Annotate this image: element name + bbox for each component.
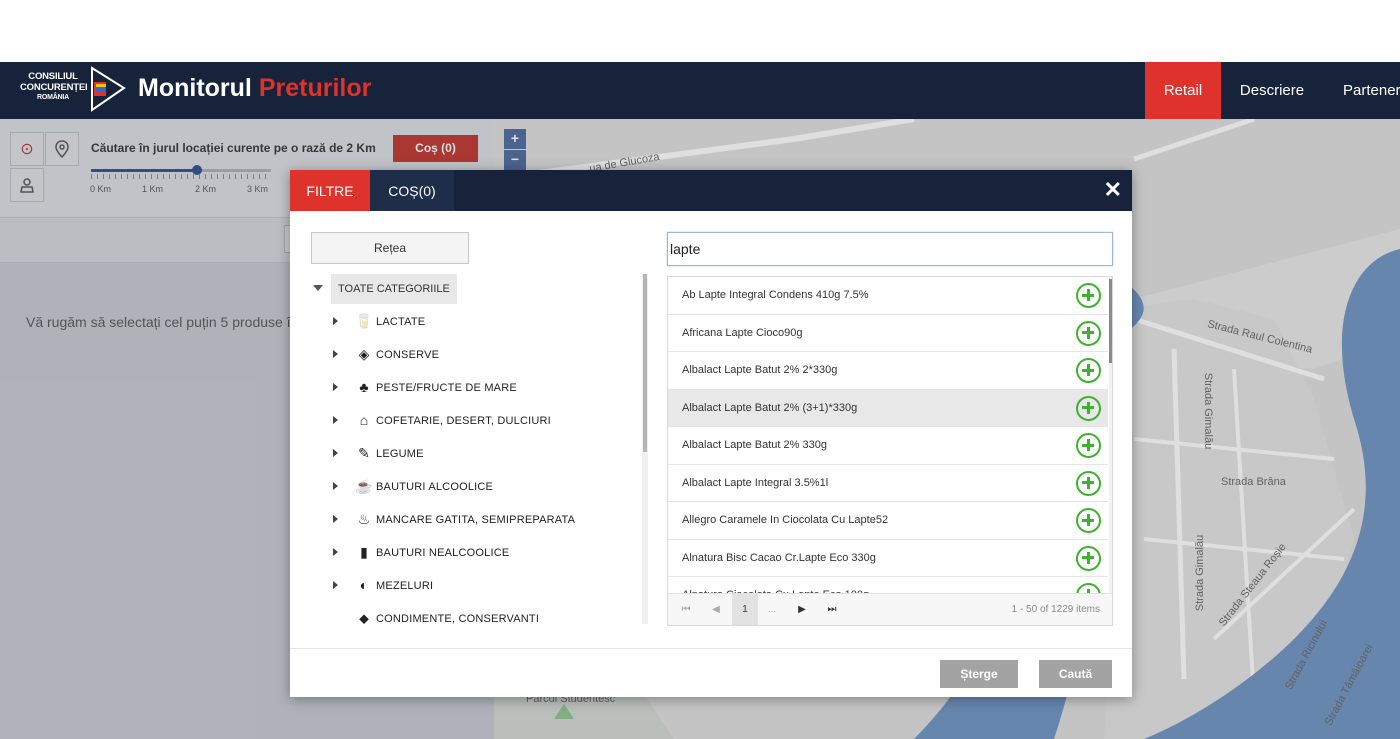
expand-arrow-icon[interactable] <box>333 317 338 325</box>
tree-scrollbar-thumb[interactable] <box>643 274 647 452</box>
caret-down-icon[interactable] <box>313 285 323 291</box>
pager-ellipsis[interactable]: ... <box>760 594 784 625</box>
can-icon: ◈ <box>358 346 370 362</box>
add-circle-icon[interactable] <box>1076 358 1101 383</box>
pager-next-icon[interactable]: ▶ <box>790 594 814 625</box>
pager-info: 1 - 50 of 1229 items <box>1011 604 1100 615</box>
nav-parteneri[interactable]: Parteneri <box>1323 62 1400 119</box>
add-circle-icon[interactable] <box>1076 433 1101 458</box>
logo-arrow-icon <box>91 66 126 112</box>
product-row[interactable]: Albalact Lapte Batut 2% 2*330g <box>668 352 1108 390</box>
expand-arrow-icon[interactable] <box>333 581 338 589</box>
product-name: Albalact Lapte Batut 2% 330g <box>682 439 827 451</box>
dairy-icon: 🥛 <box>355 313 373 329</box>
page: CONSILIUL CONCURENȚEI ROMÂNIA Monitorul … <box>0 0 1400 739</box>
nav-retail[interactable]: Retail <box>1145 62 1221 119</box>
pager-last-icon[interactable]: ⏭ <box>820 594 844 625</box>
product-name: Albalact Lapte Batut 2% (3+1)*330g <box>682 401 858 414</box>
add-circle-icon[interactable] <box>1076 583 1101 593</box>
product-row[interactable]: Alnatura Ciocolata Cu Lapte Eco 100g <box>668 577 1108 593</box>
product-name: Alnatura Ciocolata Cu Lapte Eco 100g <box>682 577 869 593</box>
tab-cos[interactable]: COȘ(0) <box>370 170 454 211</box>
product-list-scrollbar-thumb[interactable] <box>1109 279 1112 363</box>
product-row[interactable]: Alnatura Bisc Cacao Cr.Lapte Eco 330g <box>668 540 1108 577</box>
modal-footer-divider <box>290 648 1132 649</box>
sterge-button[interactable]: Șterge <box>940 660 1018 688</box>
spice-icon: ⬥ <box>359 610 369 626</box>
category-item[interactable]: ◐ MEZELURI <box>311 575 641 597</box>
expand-arrow-icon[interactable] <box>333 482 338 490</box>
product-row[interactable]: Africana Lapte Cioco90g <box>668 315 1108 352</box>
product-list: Ab Lapte Integral Condens 410g 7.5% Afri… <box>667 276 1113 626</box>
cupcake-icon: ⌂ <box>359 412 369 428</box>
carrot-icon: ✎ <box>358 445 370 461</box>
add-circle-icon[interactable] <box>1076 395 1101 421</box>
category-item[interactable]: ◈ CONSERVE <box>311 344 641 366</box>
product-row[interactable]: Albalact Lapte Batut 2% (3+1)*330g <box>668 389 1108 427</box>
category-item[interactable]: 🥛 LACTATE <box>311 311 641 333</box>
bottle-icon: ▮ <box>360 544 368 560</box>
expand-arrow-icon[interactable] <box>333 449 338 457</box>
pager-first-icon[interactable]: ⏮ <box>674 594 698 625</box>
octopus-icon: ♣ <box>359 379 369 395</box>
expand-arrow-icon[interactable] <box>333 350 338 358</box>
filter-modal: FILTRE COȘ(0) ✕ Rețea TOATE CATEGORIILE … <box>290 170 1132 697</box>
product-list-scrollbar[interactable] <box>1109 277 1112 593</box>
pager-prev-icon[interactable]: ◀ <box>704 594 728 625</box>
modal-header: FILTRE COȘ(0) ✕ <box>290 170 1132 211</box>
expand-arrow-icon[interactable] <box>333 416 338 424</box>
tree-scrollbar[interactable] <box>642 274 648 624</box>
add-circle-icon[interactable] <box>1076 283 1101 308</box>
category-tree: TOATE CATEGORIILE 🥛 LACTATE ◈ CONSERVE ♣… <box>311 274 651 630</box>
cauta-button[interactable]: Caută <box>1039 660 1112 688</box>
retea-button[interactable]: Rețea <box>311 232 469 264</box>
expand-arrow-icon[interactable] <box>333 383 338 391</box>
pager: ⏮ ◀ 1 ... ▶ ⏭ 1 - 50 of 1229 items <box>668 593 1112 625</box>
logo-line1: CONSILIUL <box>28 71 78 82</box>
top-navbar: CONSILIUL CONCURENȚEI ROMÂNIA Monitorul … <box>0 62 1400 119</box>
product-list-rows: Ab Lapte Integral Condens 410g 7.5% Afri… <box>668 277 1108 593</box>
add-circle-icon[interactable] <box>1076 545 1101 571</box>
beer-icon: ☕ <box>355 478 373 494</box>
product-name: Africana Lapte Cioco90g <box>682 326 803 339</box>
category-item[interactable]: ♣ PESTE/FRUCTE DE MARE <box>311 377 641 399</box>
category-item[interactable]: ♨ MANCARE GATITA, SEMIPREPARATA <box>311 509 641 531</box>
product-row[interactable]: Albalact Lapte Batut 2% 330g <box>668 427 1108 465</box>
logo-line2: CONCURENȚEI <box>20 81 88 93</box>
category-item[interactable]: ☕ BAUTURI ALCOOLICE <box>311 476 641 498</box>
product-search-input[interactable] <box>667 232 1113 266</box>
expand-arrow-icon[interactable] <box>333 548 338 556</box>
product-name: Albalact Lapte Batut 2% 2*330g <box>682 364 838 376</box>
logo-line3: ROMÂNIA <box>36 94 70 101</box>
close-icon[interactable]: ✕ <box>1104 177 1122 203</box>
add-circle-icon[interactable] <box>1076 320 1101 346</box>
category-item[interactable]: ▮ BAUTURI NEALCOOLICE <box>311 542 641 564</box>
category-item[interactable]: ⌂ COFETARIE, DESERT, DULCIURI <box>311 410 641 432</box>
add-circle-icon[interactable] <box>1076 508 1101 533</box>
product-name: Alnatura Bisc Cacao Cr.Lapte Eco 330g <box>682 551 876 564</box>
category-item[interactable]: ⬥ CONDIMENTE, CONSERVANTI <box>311 608 641 630</box>
product-name: Ab Lapte Integral Condens 410g 7.5% <box>682 289 869 301</box>
expand-arrow-icon[interactable] <box>333 515 338 523</box>
product-row[interactable]: Ab Lapte Integral Condens 410g 7.5% <box>668 277 1108 315</box>
brand-title: Monitorul Preturilor <box>138 74 372 102</box>
product-row[interactable]: Allegro Caramele In Ciocolata Cu Lapte52 <box>668 502 1108 540</box>
add-circle-icon[interactable] <box>1076 470 1101 496</box>
category-item[interactable]: ✎ LEGUME <box>311 443 641 465</box>
logo[interactable]: CONSILIUL CONCURENȚEI ROMÂNIA <box>20 66 128 114</box>
sausage-icon: ◐ <box>359 577 369 593</box>
product-name: Allegro Caramele In Ciocolata Cu Lapte52 <box>682 514 889 526</box>
nav-descriere[interactable]: Descriere <box>1221 62 1323 119</box>
pager-page-1[interactable]: 1 <box>732 594 758 625</box>
tab-filtre[interactable]: FILTRE <box>290 170 370 211</box>
product-row[interactable]: Albalact Lapte Integral 3.5%1l <box>668 465 1108 502</box>
product-name: Albalact Lapte Integral 3.5%1l <box>682 476 829 489</box>
pot-icon: ♨ <box>357 511 371 527</box>
tree-root-label[interactable]: TOATE CATEGORIILE <box>331 274 457 304</box>
